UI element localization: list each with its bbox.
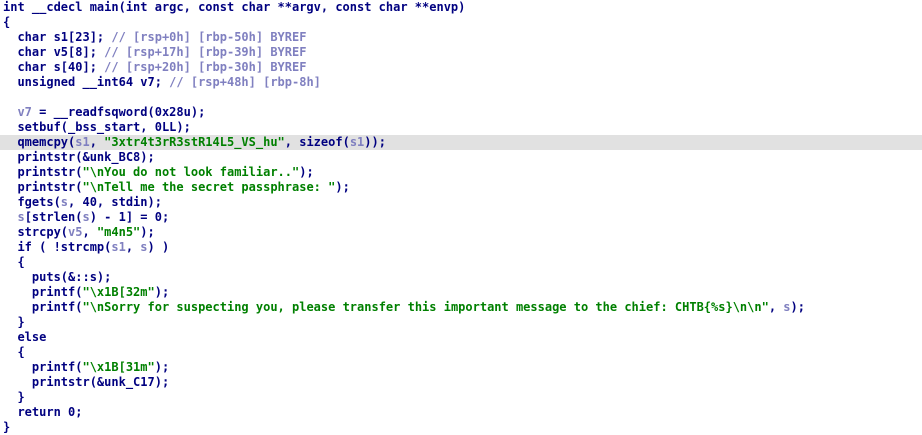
code-token: );	[154, 285, 170, 299]
variable-token: s	[140, 240, 148, 254]
code-token: return 0;	[3, 405, 83, 419]
code-line[interactable]: printf("\nSorry for suspecting you, plea…	[0, 300, 922, 315]
code-token: qmemcpy(	[3, 135, 76, 149]
code-line[interactable]: {	[0, 15, 922, 30]
code-token: ));	[364, 135, 386, 149]
code-token: {	[3, 345, 25, 359]
code-token: else	[3, 330, 47, 344]
code-token: {	[3, 255, 25, 269]
code-line[interactable]: printf("\x1B[32m");	[0, 285, 922, 300]
comment-token: // [rsp+48h] [rbp-8h]	[169, 75, 321, 89]
code-line[interactable]: else	[0, 330, 922, 345]
code-line[interactable]: printstr("\nTell me the secret passphras…	[0, 180, 922, 195]
code-token: );	[140, 225, 155, 239]
code-token: ,	[89, 135, 105, 149]
code-line[interactable]: strcpy(v5, "m4n5");	[0, 225, 922, 240]
code-token: );	[335, 180, 350, 194]
variable-token: s	[82, 210, 90, 224]
code-line[interactable]: v7 = __readfsqword(0x28u);	[0, 105, 922, 120]
variable-token: s	[783, 300, 791, 314]
string-literal: "3xtr4t3rR3stR14L5_VS_hu"	[104, 135, 285, 149]
code-token: );	[154, 360, 170, 374]
code-line[interactable]: int __cdecl main(int argc, const char **…	[0, 0, 922, 15]
code-token: printstr(	[3, 180, 83, 194]
code-line[interactable]: setbuf(_bss_start, 0LL);	[0, 120, 922, 135]
code-token: }	[3, 420, 11, 434]
comment-token: // [rsp+20h] [rbp-30h] BYREF	[104, 60, 307, 74]
code-token: , 40, stdin);	[68, 195, 162, 209]
string-literal: "\nSorry for suspecting you, please tran…	[82, 300, 769, 314]
code-token: puts(&::s);	[3, 270, 112, 284]
variable-token: s	[3, 210, 25, 224]
code-line[interactable]: printstr(&unk_C17);	[0, 375, 922, 390]
code-token: fgets(	[3, 195, 61, 209]
code-line[interactable]: printstr(&unk_BC8);	[0, 150, 922, 165]
code-line[interactable]: {	[0, 345, 922, 360]
code-token: }	[3, 390, 25, 404]
code-token: char v5[8];	[3, 45, 105, 59]
code-line[interactable]: qmemcpy(s1, "3xtr4t3rR3stR14L5_VS_hu", s…	[0, 135, 922, 150]
code-token: char s[40];	[3, 60, 105, 74]
code-token: printstr(	[3, 165, 83, 179]
code-line[interactable]: printstr("\nYou do not look familiar..")…	[0, 165, 922, 180]
code-token: = __readfsqword(0x28u);	[31, 105, 206, 119]
code-token: ,	[768, 300, 784, 314]
code-token: ,	[82, 225, 97, 239]
code-token: , sizeof(	[284, 135, 350, 149]
code-token: printstr(&unk_C17);	[3, 375, 170, 389]
code-line[interactable]	[0, 90, 922, 105]
code-token: );	[299, 165, 314, 179]
code-line[interactable]: unsigned __int64 v7; // [rsp+48h] [rbp-8…	[0, 75, 922, 90]
string-literal: "\nTell me the secret passphrase: "	[82, 180, 336, 194]
code-token: printf(	[3, 360, 83, 374]
variable-token: s1	[111, 240, 126, 254]
string-literal: "\x1B[31m"	[82, 360, 155, 374]
code-token: printf(	[3, 285, 83, 299]
code-token: printf(	[3, 300, 83, 314]
variable-token: s	[60, 195, 69, 209]
code-token: if ( !strcmp(	[3, 240, 112, 254]
code-line[interactable]: }	[0, 390, 922, 405]
code-token: }	[3, 315, 25, 329]
code-token: [strlen(	[24, 210, 83, 224]
code-line[interactable]: char s1[23]; // [rsp+0h] [rbp-50h] BYREF	[0, 30, 922, 45]
variable-token: s1	[75, 135, 90, 149]
variable-token: s1	[349, 135, 365, 149]
string-literal: "\x1B[32m"	[82, 285, 155, 299]
code-line[interactable]: }	[0, 315, 922, 330]
pseudocode-view[interactable]: int __cdecl main(int argc, const char **…	[0, 0, 922, 435]
code-line[interactable]: return 0;	[0, 405, 922, 420]
comment-token: // [rsp+17h] [rbp-39h] BYREF	[104, 45, 307, 59]
code-line[interactable]: {	[0, 255, 922, 270]
code-token: setbuf(_bss_start, 0LL);	[3, 120, 191, 134]
string-literal: "\nYou do not look familiar.."	[82, 165, 300, 179]
code-token: printstr(&unk_BC8);	[3, 150, 155, 164]
code-token: int __cdecl main(int argc, const char **…	[3, 0, 466, 14]
code-line[interactable]: puts(&::s);	[0, 270, 922, 285]
code-line[interactable]: printf("\x1B[31m");	[0, 360, 922, 375]
code-token: ) )	[147, 240, 170, 254]
code-token: char s1[23];	[3, 30, 112, 44]
string-literal: "m4n5"	[96, 225, 141, 239]
comment-token: // [rsp+0h] [rbp-50h] BYREF	[111, 30, 307, 44]
code-token: strcpy(	[3, 225, 69, 239]
code-line[interactable]: if ( !strcmp(s1, s) )	[0, 240, 922, 255]
code-line[interactable]: char s[40]; // [rsp+20h] [rbp-30h] BYREF	[0, 60, 922, 75]
code-line[interactable]: fgets(s, 40, stdin);	[0, 195, 922, 210]
code-token: );	[790, 300, 805, 314]
code-token: {	[3, 15, 11, 29]
code-token: ) - 1] = 0;	[89, 210, 170, 224]
code-line[interactable]: char v5[8]; // [rsp+17h] [rbp-39h] BYREF	[0, 45, 922, 60]
variable-token: v7	[3, 105, 32, 119]
variable-token: v5	[68, 225, 83, 239]
code-line[interactable]: s[strlen(s) - 1] = 0;	[0, 210, 922, 225]
code-token: ,	[125, 240, 141, 254]
code-token: unsigned __int64 v7;	[3, 75, 170, 89]
